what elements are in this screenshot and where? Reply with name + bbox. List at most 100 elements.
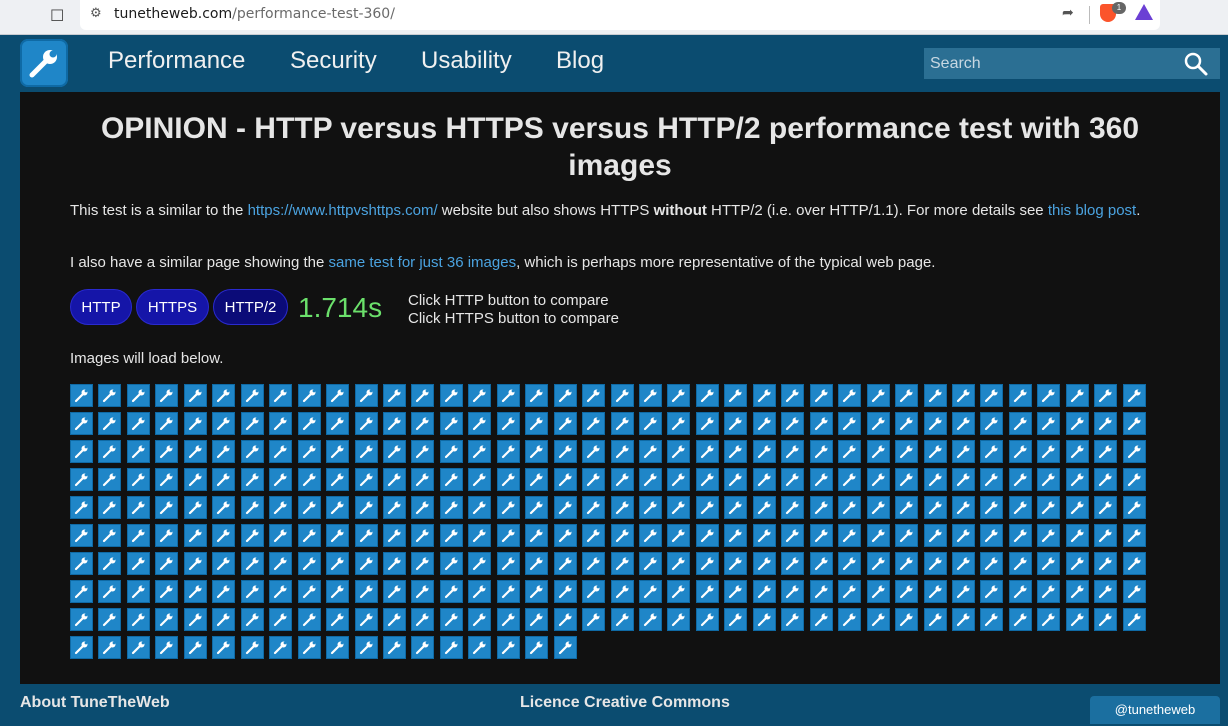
http-button[interactable]: HTTP — [70, 289, 132, 325]
wrench-icon — [416, 445, 429, 459]
wrench-icon — [501, 445, 515, 459]
search-box — [924, 48, 1220, 79]
toolbar-separator — [1089, 6, 1090, 24]
bookmark-icon[interactable]: ☐ — [50, 6, 66, 26]
test-image — [610, 552, 634, 575]
share-icon[interactable]: ➦ — [1062, 5, 1074, 21]
test-image — [582, 412, 606, 435]
test-image — [525, 468, 549, 491]
test-image — [553, 496, 577, 519]
wrench-icon — [558, 501, 572, 515]
test-image — [1122, 496, 1146, 519]
test-image — [866, 412, 890, 435]
wrench-icon — [330, 389, 344, 403]
test-image — [553, 636, 577, 659]
tunetheweb-logo[interactable] — [20, 39, 68, 87]
wrench-icon — [530, 529, 543, 543]
wrench-icon — [188, 473, 202, 487]
wrench-icon — [1099, 473, 1112, 487]
wrench-icon — [217, 389, 230, 403]
httpvshttps-link[interactable]: https://www.httpvshttps.com/ — [248, 202, 438, 219]
search-input[interactable] — [924, 48, 1164, 79]
wrench-icon — [672, 389, 685, 403]
test-image — [866, 608, 890, 631]
https-button[interactable]: HTTPS — [136, 289, 209, 325]
wrench-icon — [814, 445, 828, 459]
test-image — [752, 552, 776, 575]
wrench-icon — [1099, 557, 1112, 571]
wrench-icon — [786, 585, 799, 599]
test-image — [1122, 580, 1146, 603]
http2-button[interactable]: HTTP/2 — [213, 289, 288, 325]
test-image — [582, 440, 606, 463]
nav-usability[interactable]: Usability — [421, 47, 512, 75]
test-image — [695, 524, 719, 547]
wrench-icon — [188, 529, 202, 543]
wrench-icon — [843, 529, 856, 543]
wrench-icon — [74, 641, 88, 655]
test-image — [212, 552, 236, 575]
blog-post-link[interactable]: this blog post — [1048, 202, 1136, 219]
wrench-icon — [160, 585, 173, 599]
wrench-icon — [1042, 473, 1055, 487]
wrench-icon — [359, 557, 372, 571]
36-images-link[interactable]: same test for just 36 images — [328, 254, 516, 271]
wrench-icon — [700, 389, 714, 403]
test-image — [838, 552, 862, 575]
wrench-icon — [274, 529, 287, 543]
wrench-icon — [814, 389, 828, 403]
wrench-icon — [103, 641, 116, 655]
test-image — [895, 412, 919, 435]
test-image — [695, 552, 719, 575]
nav-security[interactable]: Security — [290, 47, 377, 75]
test-image — [809, 468, 833, 491]
test-image — [496, 524, 520, 547]
wrench-icon — [871, 389, 885, 403]
test-image — [809, 440, 833, 463]
wrench-icon — [1013, 445, 1027, 459]
address-bar[interactable]: ⚙ tunetheweb.com/performance-test-360/ ➦… — [80, 0, 1160, 30]
wrench-icon — [928, 613, 941, 627]
wrench-icon — [1013, 501, 1027, 515]
wrench-icon — [1127, 585, 1141, 599]
wrench-icon — [473, 557, 486, 571]
url-text[interactable]: tunetheweb.com/performance-test-360/ — [114, 6, 395, 22]
wrench-icon — [416, 501, 429, 515]
nav-performance[interactable]: Performance — [108, 47, 245, 75]
site-info-icon[interactable]: ⚙ — [90, 6, 102, 21]
test-image — [382, 552, 406, 575]
wrench-icon — [871, 473, 885, 487]
test-image — [525, 580, 549, 603]
test-image — [297, 412, 321, 435]
wrench-icon — [928, 501, 941, 515]
search-icon[interactable] — [1182, 51, 1210, 77]
test-image — [724, 468, 748, 491]
wrench-icon — [1013, 529, 1027, 543]
wrench-icon — [330, 445, 344, 459]
wrench-icon — [188, 557, 202, 571]
nav-blog[interactable]: Blog — [556, 47, 604, 75]
test-image — [1008, 412, 1032, 435]
wrench-icon — [672, 445, 685, 459]
test-image — [781, 608, 805, 631]
test-image — [923, 412, 947, 435]
wrench-icon — [188, 641, 202, 655]
test-image — [553, 384, 577, 407]
test-image — [1008, 552, 1032, 575]
wrench-icon — [672, 473, 685, 487]
test-image — [326, 440, 350, 463]
test-image — [126, 384, 150, 407]
wrench-icon — [444, 529, 458, 543]
test-image — [269, 384, 293, 407]
test-image — [240, 412, 264, 435]
wrench-icon — [899, 389, 913, 403]
wrench-icon — [871, 501, 885, 515]
wrench-icon — [1042, 417, 1055, 431]
test-image — [155, 580, 179, 603]
wrench-icon — [956, 473, 970, 487]
twitter-handle[interactable]: @tunetheweb — [1090, 696, 1220, 724]
wrench-icon — [160, 641, 173, 655]
wrench-icon — [643, 445, 657, 459]
brave-rewards-icon[interactable] — [1135, 4, 1153, 20]
test-image — [1122, 440, 1146, 463]
